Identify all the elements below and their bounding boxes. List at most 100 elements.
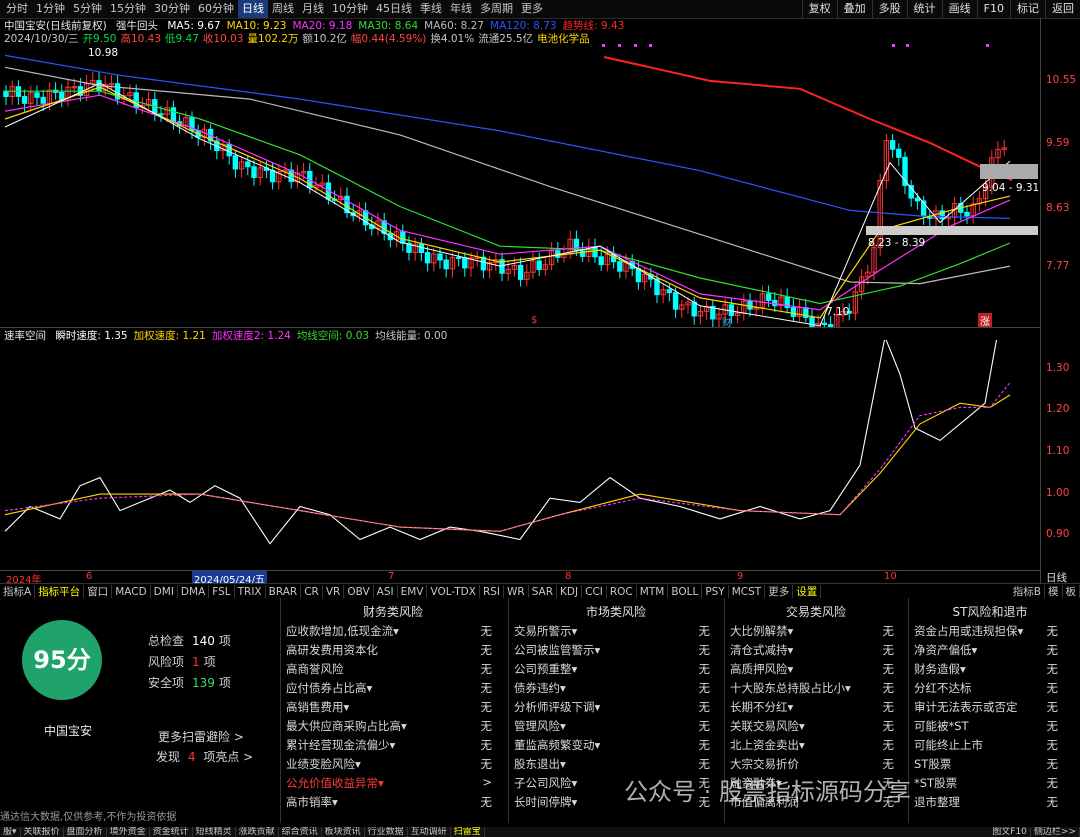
indicator-tab-26[interactable]: 设置 (793, 584, 822, 599)
indicator-tab-20[interactable]: ROC (607, 584, 637, 599)
indicator-tab-10[interactable]: VR (323, 584, 345, 599)
risk-item[interactable]: 退市整理 无 (914, 794, 1058, 813)
risk-item[interactable]: 净资产偏低▾ 无 (914, 642, 1058, 661)
bottom-tab-11[interactable]: 扫雷宝 (451, 827, 485, 837)
risk-item[interactable]: 高市销率▾ 无 (286, 794, 492, 813)
period-tab-14[interactable]: 更多 (517, 0, 547, 18)
bottom-tab-9[interactable]: 行业数据 (365, 827, 408, 837)
indicator-tab-22[interactable]: BOLL (668, 584, 703, 599)
risk-item[interactable]: 公司被监管警示▾ 无 (514, 642, 710, 661)
risk-item[interactable]: 应收款增加,低现金流▾ 无 (286, 623, 492, 642)
risk-item[interactable]: 债券违约▾ 无 (514, 680, 710, 699)
risk-item[interactable]: 审计无法表示或否定 无 (914, 699, 1058, 718)
indicator-tab-17[interactable]: SAR (529, 584, 558, 599)
indicator-tab-7[interactable]: TRIX (235, 584, 266, 599)
tool-button-6[interactable]: 标记 (1010, 0, 1045, 18)
risk-item[interactable]: 大比例解禁▾ 无 (730, 623, 894, 642)
indicator-tab-16[interactable]: WR (504, 584, 529, 599)
period-tab-0[interactable]: 分时 (2, 0, 32, 18)
highlights-link[interactable]: 发现 4 项亮点 > (156, 748, 253, 765)
indicator-tab-5[interactable]: DMA (178, 584, 210, 599)
indicator-tab-2[interactable]: 窗口 (84, 584, 113, 599)
indicator-tab-18[interactable]: KDJ (557, 584, 583, 599)
period-tab-1[interactable]: 1分钟 (32, 0, 69, 18)
indicator-tab-14[interactable]: VOL-TDX (427, 584, 480, 599)
bottom-tab-3[interactable]: 境外资金 (107, 827, 150, 837)
indicator-tab-13[interactable]: EMV (398, 584, 428, 599)
marker-dollar[interactable]: $ (531, 315, 537, 326)
bottom-tab-5[interactable]: 短线精灵 (193, 827, 236, 837)
indicator-tab-8[interactable]: BRAR (266, 584, 302, 599)
tool-button-4[interactable]: 画线 (941, 0, 977, 18)
tool-button-3[interactable]: 统计 (906, 0, 942, 18)
risk-item[interactable]: 高质押风险▾ 无 (730, 661, 894, 680)
indicator-tab-1[interactable]: 指标平台 (35, 584, 85, 599)
risk-item[interactable]: 累计经营现金流偏少▾ 无 (286, 737, 492, 756)
period-tab-4[interactable]: 30分钟 (150, 0, 194, 18)
bottom-tab-10[interactable]: 互动调研 (408, 827, 451, 837)
period-tab-13[interactable]: 多周期 (476, 0, 517, 18)
risk-item[interactable]: 分析师评级下调▾ 无 (514, 699, 710, 718)
risk-item[interactable]: 公允价值收益异常▾ > (286, 775, 492, 794)
bottom-tab-6[interactable]: 涨跌贡献 (236, 827, 279, 837)
bottom-tab-13[interactable]: 图文F10 (989, 827, 1031, 837)
bottom-tab-14[interactable]: 侧边栏>> (1031, 827, 1080, 837)
more-risk-link[interactable]: 更多扫雷避险 > (158, 728, 244, 745)
period-tab-6[interactable]: 日线 (238, 0, 268, 18)
indicator-tab-right-1[interactable]: 模 (1045, 584, 1063, 599)
bottom-tab-1[interactable]: 关联报价 (21, 827, 64, 837)
risk-item[interactable]: 分红不达标 无 (914, 680, 1058, 699)
risk-item[interactable]: 高商誉风险 无 (286, 661, 492, 680)
indicator-tab-21[interactable]: MTM (637, 584, 669, 599)
risk-item[interactable]: 应付债券占比高▾ 无 (286, 680, 492, 699)
risk-item[interactable]: 董监高频繁变动▾ 无 (514, 737, 710, 756)
indicator-tab-12[interactable]: ASI (374, 584, 398, 599)
period-tab-7[interactable]: 周线 (268, 0, 298, 18)
indicator-tab-19[interactable]: CCI (582, 584, 607, 599)
indicator-tab-right-0[interactable]: 指标B (1010, 584, 1045, 599)
risk-item[interactable]: 清仓式减持▾ 无 (730, 642, 894, 661)
risk-item[interactable]: 最大供应商采购占比高▾ 无 (286, 718, 492, 737)
tool-button-7[interactable]: 返回 (1045, 0, 1080, 18)
risk-item[interactable]: ST股票 无 (914, 756, 1058, 775)
price-chart[interactable] (0, 44, 1040, 328)
period-tab-3[interactable]: 15分钟 (106, 0, 150, 18)
indicator-tab-23[interactable]: PSY (702, 584, 729, 599)
risk-item[interactable]: *ST股票 无 (914, 775, 1058, 794)
risk-item[interactable]: 高销售费用▾ 无 (286, 699, 492, 718)
indicator-tab-11[interactable]: OBV (344, 584, 374, 599)
bottom-tab-0[interactable]: 服▾ (0, 827, 21, 837)
tool-button-0[interactable]: 复权 (801, 0, 837, 18)
risk-item[interactable]: 长期不分红▾ 无 (730, 699, 894, 718)
period-tab-2[interactable]: 5分钟 (69, 0, 106, 18)
risk-item[interactable]: 业绩变脸风险▾ 无 (286, 756, 492, 775)
indicator-tab-6[interactable]: FSL (209, 584, 235, 599)
risk-item[interactable]: 公司预重整▾ 无 (514, 661, 710, 680)
bottom-tab-7[interactable]: 综合资讯 (279, 827, 322, 837)
risk-item[interactable]: 高研发费用资本化 无 (286, 642, 492, 661)
indicator-chart[interactable] (0, 340, 1040, 570)
indicator-tab-24[interactable]: MCST (729, 584, 766, 599)
indicator-tab-4[interactable]: DMI (151, 584, 178, 599)
bottom-tab-4[interactable]: 资金统计 (150, 827, 193, 837)
indicator-tab-9[interactable]: CR (301, 584, 323, 599)
period-tab-5[interactable]: 60分钟 (194, 0, 238, 18)
period-tab-8[interactable]: 月线 (298, 0, 328, 18)
risk-item[interactable]: 交易所警示▾ 无 (514, 623, 710, 642)
indicator-tab-25[interactable]: 更多 (765, 584, 794, 599)
bottom-tab-8[interactable]: 板块资讯 (322, 827, 365, 837)
tool-button-2[interactable]: 多股 (871, 0, 907, 18)
indicator-tab-3[interactable]: MACD (112, 584, 151, 599)
risk-item[interactable]: 资金占用或违规担保▾ 无 (914, 623, 1058, 642)
risk-item[interactable]: 管理风险▾ 无 (514, 718, 710, 737)
indicator-tab-0[interactable]: 指标A (0, 584, 36, 599)
indicator-tab-15[interactable]: RSI (480, 584, 504, 599)
risk-item[interactable]: 可能被*ST 无 (914, 718, 1058, 737)
period-tab-11[interactable]: 季线 (416, 0, 446, 18)
tool-button-5[interactable]: F10 (976, 0, 1010, 18)
bottom-tab-2[interactable]: 盘面分析 (64, 827, 107, 837)
risk-item[interactable]: 财务造假▾ 无 (914, 661, 1058, 680)
risk-item[interactable]: 关联交易风险▾ 无 (730, 718, 894, 737)
marker-rise[interactable]: 涨 (978, 313, 992, 328)
period-tab-12[interactable]: 年线 (446, 0, 476, 18)
